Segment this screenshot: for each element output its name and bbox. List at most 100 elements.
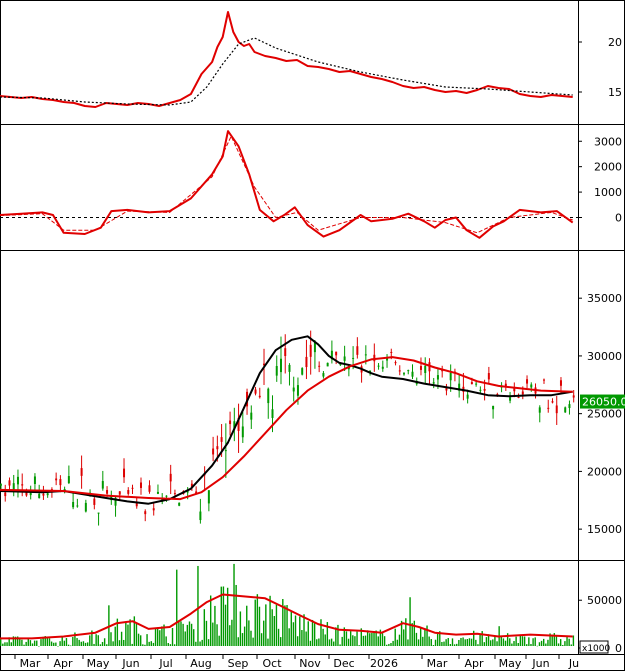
y-tick-label: 25000 <box>587 408 622 421</box>
volume-bar <box>477 644 479 646</box>
volume-bar <box>97 635 99 646</box>
volume-bar <box>320 619 322 646</box>
volume-bar <box>386 644 388 646</box>
candle-body <box>407 370 410 372</box>
volume-bar <box>324 634 326 646</box>
volume-bar <box>443 641 445 646</box>
volume-bar <box>10 642 13 646</box>
volume-bar <box>470 638 473 646</box>
volume-bar <box>188 621 191 646</box>
candle-body <box>38 493 41 499</box>
volume-bar <box>422 636 424 646</box>
candle-body <box>42 493 45 496</box>
candle-body <box>156 491 159 494</box>
candle-body <box>131 487 134 489</box>
volume-bar <box>424 628 426 646</box>
volume-bar <box>286 605 288 646</box>
candle-body <box>572 395 575 398</box>
volume-bar <box>218 635 220 646</box>
volume-bar <box>4 642 6 646</box>
volume-bar <box>545 643 547 646</box>
volume-bar <box>137 633 140 646</box>
volume-bar <box>311 619 314 646</box>
volume-bar <box>29 640 32 646</box>
volume-bar <box>428 636 430 646</box>
volume-bar <box>118 640 121 646</box>
candle-body <box>212 448 215 455</box>
volume-bar <box>241 633 244 646</box>
candle-body <box>254 389 257 394</box>
volume-bar <box>197 565 199 646</box>
volume-bar <box>521 636 524 646</box>
month-label: Apr <box>53 657 73 670</box>
middle-indicator-series-1 <box>0 130 574 239</box>
volume-bar <box>131 643 133 646</box>
candle-body <box>0 484 2 486</box>
volume-bar <box>296 636 299 646</box>
volume-bar <box>80 641 83 646</box>
volume-bar <box>511 643 513 646</box>
volume-bar <box>46 637 49 646</box>
volume-bar <box>496 641 498 646</box>
month-label: May <box>499 657 522 670</box>
volume-bar <box>339 644 341 646</box>
volume-bar <box>538 642 541 646</box>
candle-body <box>432 382 435 384</box>
month-label: Oct <box>262 657 282 670</box>
volume-bar <box>328 639 331 646</box>
month-label: Ju <box>568 657 579 670</box>
candle-body <box>21 484 24 486</box>
volume-bar <box>307 621 309 646</box>
volume-bar <box>447 638 449 646</box>
volume-bar <box>411 623 413 646</box>
volume-bar <box>456 643 458 646</box>
volume-bar <box>309 640 312 646</box>
candle-body <box>436 375 439 380</box>
candle-body <box>335 351 338 356</box>
candle-body <box>292 387 295 392</box>
volume-bar <box>303 614 305 646</box>
volume-bar <box>154 628 157 646</box>
volume-bar <box>453 644 456 646</box>
volume-bar <box>40 639 42 646</box>
volume-bar <box>316 639 318 646</box>
y-axis-ticks: 15 20 0 1000 2000 3000 15000 20000 25000 30000 350… <box>578 36 622 655</box>
candle-body <box>220 437 223 442</box>
volume-bar <box>489 640 492 646</box>
volume-bar <box>33 640 36 646</box>
volume-bar <box>205 620 208 646</box>
volume-bar <box>156 627 159 646</box>
candle-body <box>106 490 109 494</box>
volume-bar <box>441 641 443 646</box>
volume-bar <box>6 642 8 646</box>
volume-bar <box>144 644 146 646</box>
volume-bar <box>464 639 466 646</box>
volume-bar <box>265 604 267 646</box>
volume-bar <box>55 642 57 646</box>
volume-bar <box>25 641 27 646</box>
volume-bar <box>203 609 206 646</box>
volume-bar <box>129 619 131 646</box>
volume-bar <box>142 644 144 646</box>
volume-bar <box>318 638 320 646</box>
y-tick-label: 15000 <box>587 523 622 536</box>
volume-bar <box>59 641 61 646</box>
volume-bar <box>366 630 369 646</box>
volume-bar <box>224 604 227 646</box>
candle-body <box>479 389 482 391</box>
month-label: Apr <box>464 657 484 670</box>
volume-bar <box>246 605 248 646</box>
candle-body <box>33 476 36 485</box>
candle-body <box>84 502 87 512</box>
volume-bar <box>50 641 53 646</box>
candle-body <box>398 370 401 372</box>
volume-bar <box>345 631 348 646</box>
volume-bar <box>243 626 246 646</box>
candle-body <box>411 371 414 377</box>
volume-bar <box>277 628 280 646</box>
volume-bar <box>479 634 481 646</box>
volume-bar <box>352 635 354 646</box>
volume-bar <box>275 604 278 646</box>
volume-bar <box>173 644 176 646</box>
series-lines <box>0 11 578 640</box>
